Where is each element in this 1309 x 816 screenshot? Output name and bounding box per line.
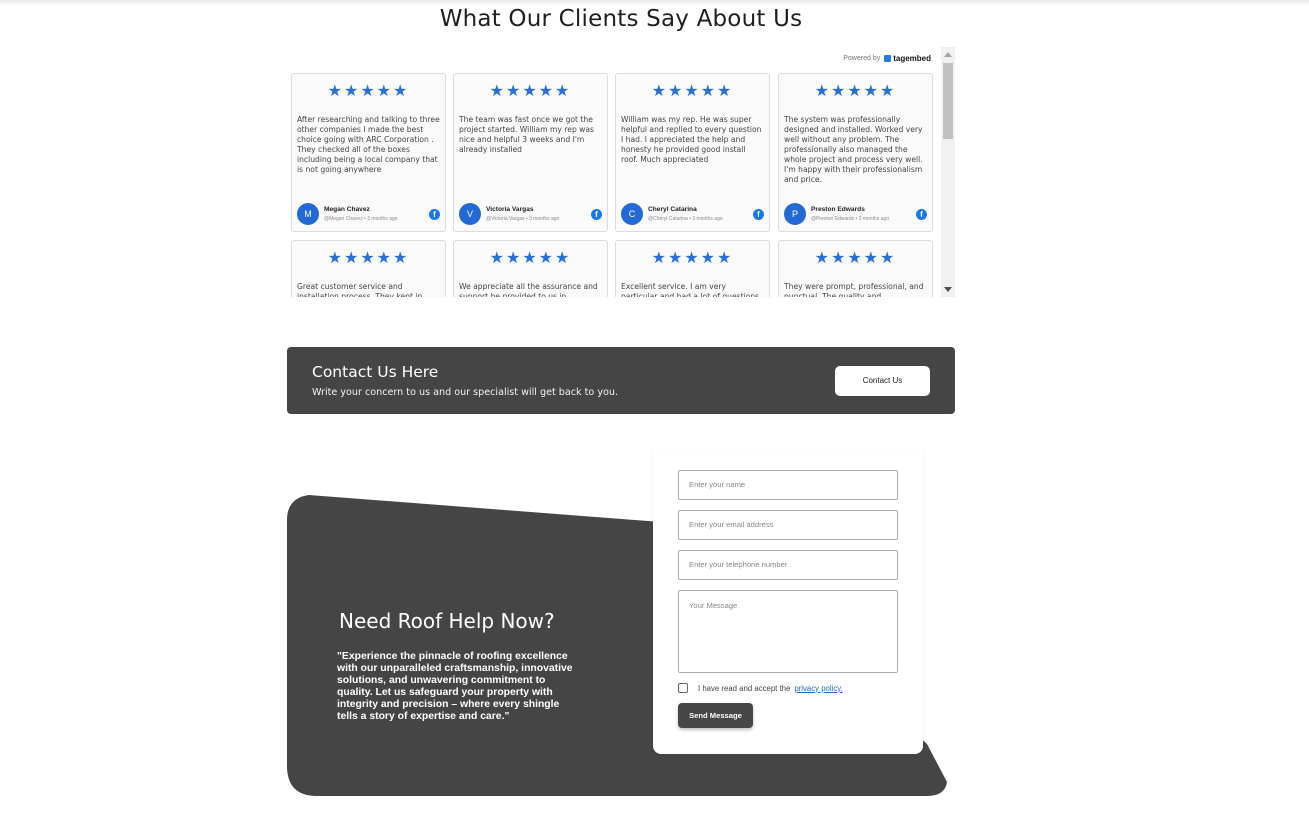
reviews-scrollbar[interactable]	[941, 47, 955, 297]
tagembed-logo-icon	[884, 55, 892, 62]
avatar: C	[621, 203, 643, 225]
author-handle: @Preston Edwards	[811, 216, 855, 222]
scroll-up-icon[interactable]	[944, 52, 952, 57]
review-card[interactable]: ★★★★★ The team was fast once we got the …	[453, 73, 608, 232]
name-field[interactable]: Enter your name	[678, 470, 898, 500]
review-card[interactable]: ★★★★★ We appreciate all the assurance an…	[453, 240, 608, 297]
review-author: P Preston Edwards @Preston Edwards • 3 m…	[784, 203, 927, 225]
contact-form: Enter your name Enter your email address…	[653, 449, 923, 754]
facebook-icon[interactable]: f	[753, 209, 764, 220]
review-time: 3 months ago	[858, 216, 889, 222]
review-card[interactable]: ★★★★★ After researching and talking to t…	[291, 73, 446, 232]
contact-banner: Contact Us Here Write your concern to us…	[287, 347, 955, 414]
review-text: Excellent service. I am very particular …	[621, 282, 760, 297]
facebook-icon[interactable]: f	[429, 209, 440, 220]
review-text: The team was fast once we got the projec…	[459, 115, 595, 154]
avatar: M	[297, 203, 319, 225]
review-author: M Megan Chavez @Megan Chavez • 3 months …	[297, 203, 440, 225]
review-card[interactable]: ★★★★★ They were prompt, professional, an…	[778, 240, 933, 297]
roof-help-title: Need Roof Help Now?	[339, 609, 555, 633]
powered-by[interactable]: Powered by tagembed	[843, 54, 931, 63]
powered-by-label: Powered by	[843, 55, 881, 62]
email-field[interactable]: Enter your email address	[678, 510, 898, 540]
phone-field[interactable]: Enter your telephone number	[678, 550, 898, 580]
send-message-button[interactable]: Send Message	[678, 703, 753, 728]
author-meta: @Megan Chavez • 3 months ago	[324, 216, 398, 222]
consent-checkbox[interactable]	[678, 683, 688, 693]
review-text: Great customer service and installation …	[297, 282, 423, 297]
rating-stars: ★★★★★	[651, 250, 734, 267]
contact-subtitle: Write your concern to us and our special…	[312, 387, 619, 398]
scroll-thumb[interactable]	[943, 63, 953, 139]
rating-stars: ★★★★★	[814, 250, 897, 267]
review-text: William was my rep. He was super helpful…	[621, 115, 762, 164]
author-name: Preston Edwards	[811, 206, 865, 213]
author-meta: @Cheryl Catarina • 3 months ago	[648, 216, 723, 222]
review-text: We appreciate all the assurance and supp…	[459, 282, 598, 297]
review-time: 3 months ago	[529, 216, 560, 222]
review-card[interactable]: ★★★★★ The system was professionally desi…	[778, 73, 933, 232]
review-text: They were prompt, professional, and punc…	[784, 282, 924, 297]
testimonials-heading: What Our Clients Say About Us	[439, 6, 803, 32]
author-name: Megan Chavez	[324, 206, 370, 213]
privacy-policy-link[interactable]: privacy policy.	[794, 684, 842, 693]
review-text: The system was professionally designed a…	[784, 115, 923, 184]
facebook-icon[interactable]: f	[591, 209, 602, 220]
rating-stars: ★★★★★	[814, 83, 897, 100]
message-field[interactable]: Your Message	[678, 590, 898, 673]
review-author: V Victoria Vargas @Victoria Vargas • 3 m…	[459, 203, 602, 225]
scroll-down-icon[interactable]	[944, 287, 952, 292]
reviews-widget[interactable]: Powered by tagembed ★★★★★ After research…	[287, 47, 955, 297]
review-author: C Cheryl Catarina @Cheryl Catarina • 3 m…	[621, 203, 764, 225]
tagembed-logo[interactable]: tagembed	[884, 54, 931, 63]
author-meta: @Preston Edwards • 3 months ago	[811, 216, 889, 222]
consent-row: I have read and accept the privacy polic…	[678, 681, 843, 695]
author-name: Victoria Vargas	[486, 206, 534, 213]
roof-help-text: "Experience the pinnacle of roofing exce…	[337, 651, 573, 722]
avatar: V	[459, 203, 481, 225]
rating-stars: ★★★★★	[327, 250, 410, 267]
author-handle: @Cheryl Catarina	[648, 216, 688, 222]
author-handle: @Megan Chavez	[324, 216, 363, 222]
facebook-icon[interactable]: f	[916, 209, 927, 220]
rating-stars: ★★★★★	[327, 83, 410, 100]
consent-text: I have read and accept the	[698, 683, 791, 693]
rating-stars: ★★★★★	[489, 83, 572, 100]
tagembed-brand: tagembed	[893, 54, 931, 63]
review-card[interactable]: ★★★★★ William was my rep. He was super h…	[615, 73, 770, 232]
review-time: 3 months ago	[367, 216, 398, 222]
review-card[interactable]: ★★★★★ Excellent service. I am very parti…	[615, 240, 770, 297]
contact-title: Contact Us Here	[312, 363, 439, 381]
review-text: After researching and talking to three o…	[297, 115, 440, 174]
author-name: Cheryl Catarina	[648, 206, 697, 213]
rating-stars: ★★★★★	[651, 83, 734, 100]
review-card[interactable]: ★★★★★ Great customer service and install…	[291, 240, 446, 297]
contact-us-button[interactable]: Contact Us	[835, 366, 930, 396]
review-time: 3 months ago	[692, 216, 723, 222]
avatar: P	[784, 203, 806, 225]
author-meta: @Victoria Vargas • 3 months ago	[486, 216, 560, 222]
rating-stars: ★★★★★	[489, 250, 572, 267]
author-handle: @Victoria Vargas	[486, 216, 525, 222]
